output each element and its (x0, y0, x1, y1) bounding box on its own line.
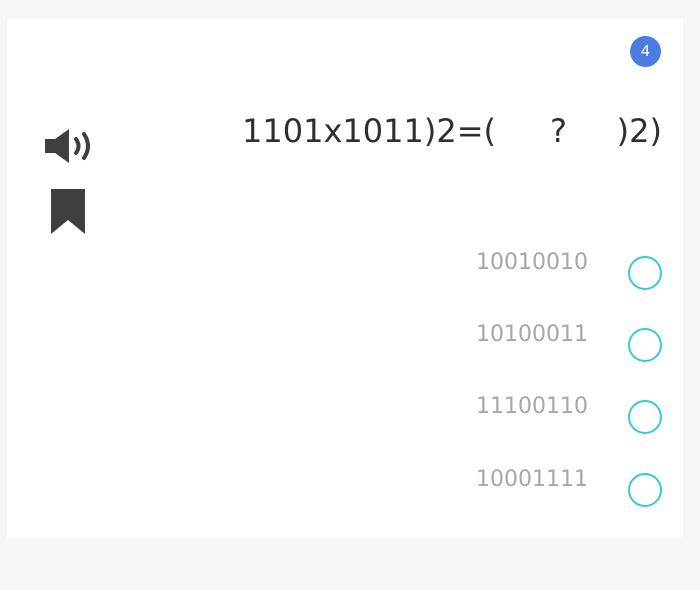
answer-option-label: 10100011 (476, 322, 588, 347)
question-blank: ? (550, 112, 567, 150)
answer-option-4[interactable]: 10001111 (460, 467, 675, 515)
answer-option-label: 10001111 (476, 467, 588, 492)
speaker-icon[interactable] (43, 126, 97, 166)
radio-button[interactable] (628, 256, 662, 290)
answer-option-3[interactable]: 11100110 (460, 394, 675, 442)
answer-option-label: 10010010 (476, 250, 588, 275)
radio-button[interactable] (628, 473, 662, 507)
radio-button[interactable] (628, 328, 662, 362)
answer-option-2[interactable]: 10100011 (460, 322, 675, 370)
bookmark-icon[interactable] (50, 189, 86, 235)
question-text: 1101x1011)2=( ? )2) (240, 112, 662, 158)
question-suffix: )2) (616, 112, 662, 150)
answer-option-label: 11100110 (476, 394, 588, 419)
radio-button[interactable] (628, 400, 662, 434)
question-number-badge: 4 (630, 36, 661, 67)
answer-option-1[interactable]: 10010010 (460, 250, 675, 298)
question-prefix: 1101x1011)2=( (242, 112, 496, 150)
